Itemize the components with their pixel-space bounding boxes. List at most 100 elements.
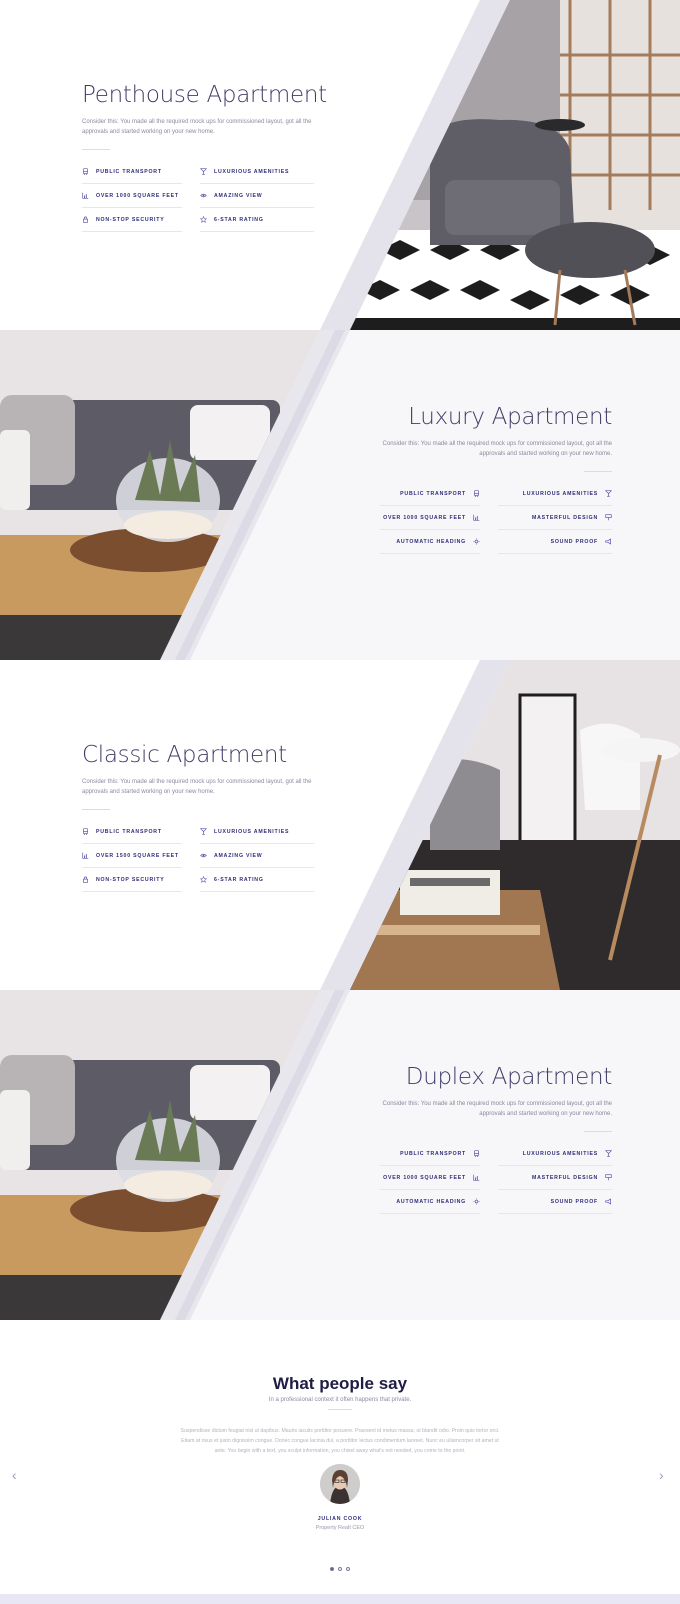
sun-icon xyxy=(473,1198,480,1205)
apartment-title: Penthouse Apartment xyxy=(82,82,327,108)
cocktail-icon xyxy=(200,828,207,835)
testimonials-subtitle: In a professional context it often happe… xyxy=(268,1397,412,1403)
feature-item: AUTOMATIC HEADING xyxy=(380,530,480,554)
penthouse-content: Penthouse Apartment Consider this: You m… xyxy=(82,82,327,232)
luxury-content: Luxury Apartment Consider this: You made… xyxy=(380,404,612,554)
feature-item: MASTERFUL DESIGN xyxy=(498,506,612,530)
feature-item: OVER 1000 SQUARE FEET xyxy=(82,184,182,208)
apartment-title: Luxury Apartment xyxy=(408,404,612,430)
classic-content: Classic Apartment Consider this: You mad… xyxy=(82,742,314,892)
divider xyxy=(584,1131,612,1132)
feature-list: PUBLIC TRANSPORT LUXURIOUS AMENITIES OVER … xyxy=(380,1142,612,1214)
apartment-description: Consider this: You made all the required… xyxy=(82,119,312,135)
bus-icon xyxy=(473,1150,480,1157)
carousel-dot[interactable] xyxy=(330,1567,334,1571)
feature-item: AUTOMATIC HEADING xyxy=(380,1190,480,1214)
bus-icon xyxy=(82,168,89,175)
divider xyxy=(584,471,612,472)
feature-label: SOUND PROOF xyxy=(550,538,598,545)
avatar xyxy=(320,1464,360,1504)
feature-item: LUXURIOUS AMENITIES xyxy=(498,482,612,506)
bus-icon xyxy=(82,828,89,835)
feature-label: OVER 1000 SQUARE FEET xyxy=(96,192,179,199)
apartment-section-luxury: Luxury Apartment Consider this: You made… xyxy=(0,330,680,660)
sun-icon xyxy=(473,538,480,545)
carousel-dots xyxy=(330,1567,350,1571)
feature-label: NON-STOP SECURITY xyxy=(96,876,165,883)
feature-label: 6-STAR RATING xyxy=(214,876,264,883)
feature-item: OVER 1000 SQUARE FEET xyxy=(380,506,480,530)
megaphone-icon xyxy=(605,538,612,545)
testimonial-author-name: JULIAN COOK xyxy=(317,1516,363,1522)
feature-label: LUXURIOUS AMENITIES xyxy=(522,490,598,497)
feature-label: OVER 1000 SQUARE FEET xyxy=(383,1174,466,1181)
apartment-section-penthouse: Penthouse Apartment Consider this: You m… xyxy=(0,0,680,330)
feature-label: AUTOMATIC HEADING xyxy=(396,538,466,545)
feature-item: LUXURIOUS AMENITIES xyxy=(200,820,314,844)
feature-label: LUXURIOUS AMENITIES xyxy=(214,168,290,175)
apartment-description: Consider this: You made all the required… xyxy=(382,1101,612,1117)
megaphone-icon xyxy=(605,1198,612,1205)
apartment-description: Consider this: You made all the required… xyxy=(382,441,612,457)
chart-icon xyxy=(473,1174,480,1181)
feature-item: PUBLIC TRANSPORT xyxy=(82,160,182,184)
feature-item: LUXURIOUS AMENITIES xyxy=(200,160,314,184)
feature-item: NON-STOP SECURITY xyxy=(82,868,182,892)
feature-label: NON-STOP SECURITY xyxy=(96,216,165,223)
feature-item: SOUND PROOF xyxy=(498,1190,612,1214)
feature-item: LUXURIOUS AMENITIES xyxy=(498,1142,612,1166)
feature-list: PUBLIC TRANSPORT LUXURIOUS AMENITIES OVER … xyxy=(82,160,314,232)
star-icon xyxy=(200,216,207,223)
feature-item: MASTERFUL DESIGN xyxy=(498,1166,612,1190)
feature-label: LUXURIOUS AMENITIES xyxy=(522,1150,598,1157)
feature-item: OVER 1000 SQUARE FEET xyxy=(380,1166,480,1190)
feature-item: PUBLIC TRANSPORT xyxy=(380,482,480,506)
star-icon xyxy=(200,876,207,883)
divider xyxy=(328,1409,352,1410)
feature-label: MASTERFUL DESIGN xyxy=(531,514,598,521)
eye-icon xyxy=(200,192,207,199)
feature-label: AMAZING VIEW xyxy=(214,852,263,859)
feature-item: OVER 1500 SQUARE FEET xyxy=(82,844,182,868)
apartment-title: Duplex Apartment xyxy=(405,1064,613,1090)
feature-item: 6-STAR RATING xyxy=(200,868,314,892)
bus-icon xyxy=(473,490,480,497)
feature-label: SOUND PROOF xyxy=(550,1198,598,1205)
feature-item: 6-STAR RATING xyxy=(200,208,314,232)
apartment-section-duplex: Duplex Apartment Consider this: You made… xyxy=(0,990,680,1320)
chevron-left-icon[interactable]: ‹ xyxy=(12,1467,17,1483)
feature-item: SOUND PROOF xyxy=(498,530,612,554)
chart-icon xyxy=(82,192,89,199)
cocktail-icon xyxy=(605,490,612,497)
apartment-section-classic: Classic Apartment Consider this: You mad… xyxy=(0,660,680,990)
divider xyxy=(82,809,110,810)
feature-item: PUBLIC TRANSPORT xyxy=(82,820,182,844)
cocktail-icon xyxy=(605,1150,612,1157)
testimonials-section: What people say In a professional contex… xyxy=(0,1322,680,1604)
feature-label: 6-STAR RATING xyxy=(214,216,264,223)
feature-item: PUBLIC TRANSPORT xyxy=(380,1142,480,1166)
cocktail-icon xyxy=(200,168,207,175)
divider xyxy=(82,149,110,150)
eye-icon xyxy=(200,852,207,859)
feature-label: OVER 1000 SQUARE FEET xyxy=(383,514,466,521)
feature-label: LUXURIOUS AMENITIES xyxy=(214,828,290,835)
testimonial-quote: Suspendisse dictum feugiat nisl ut dapib… xyxy=(180,1428,500,1454)
feature-list: PUBLIC TRANSPORT LUXURIOUS AMENITIES OVER … xyxy=(380,482,612,554)
footer-bar xyxy=(0,1594,680,1604)
chevron-right-icon[interactable]: › xyxy=(659,1467,664,1483)
apartment-description: Consider this: You made all the required… xyxy=(82,779,312,795)
chart-icon xyxy=(82,852,89,859)
lock-icon xyxy=(82,216,89,223)
feature-list: PUBLIC TRANSPORT LUXURIOUS AMENITIES OVER … xyxy=(82,820,314,892)
feature-item: NON-STOP SECURITY xyxy=(82,208,182,232)
design-icon xyxy=(605,514,612,521)
carousel-dot[interactable] xyxy=(346,1567,350,1571)
design-icon xyxy=(605,1174,612,1181)
carousel-dot[interactable] xyxy=(338,1567,342,1571)
duplex-content: Duplex Apartment Consider this: You made… xyxy=(380,1064,612,1214)
feature-label: MASTERFUL DESIGN xyxy=(531,1174,598,1181)
feature-label: OVER 1500 SQUARE FEET xyxy=(96,852,179,859)
feature-label: PUBLIC TRANSPORT xyxy=(400,1150,466,1157)
feature-label: AMAZING VIEW xyxy=(214,192,263,199)
